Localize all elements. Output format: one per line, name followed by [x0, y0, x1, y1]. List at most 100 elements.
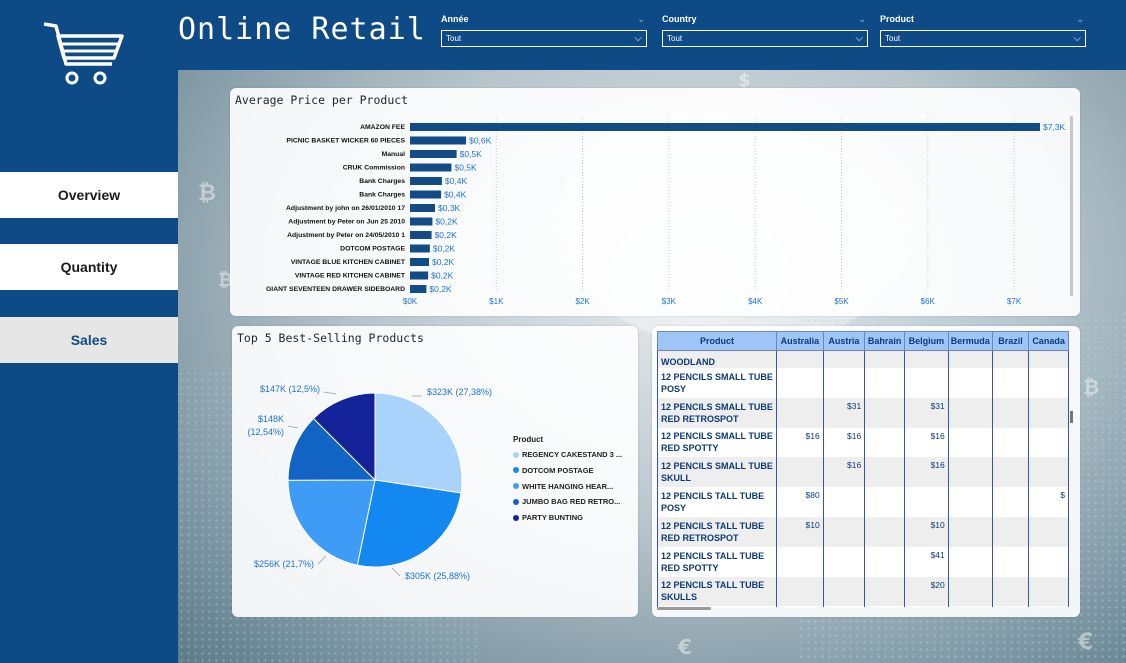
nav-quantity-button[interactable]: Quantity: [0, 244, 178, 290]
product-dropdown[interactable]: Tout ⌵: [880, 30, 1086, 47]
bar: [410, 190, 442, 199]
bar-data-label: $0,4K: [445, 176, 468, 186]
pie-data-label: $256K (21,7%): [254, 559, 314, 569]
pie-slice: [374, 392, 463, 494]
value-cell: [991, 457, 1030, 488]
bar-data-label: $0,2K: [429, 284, 452, 294]
column-header[interactable]: Austria: [822, 331, 866, 351]
value-cell: [947, 546, 993, 577]
year-dropdown-value: Tout: [446, 34, 462, 43]
chevron-down-icon[interactable]: ⌄: [858, 12, 866, 26]
euro-icon: €: [1078, 630, 1094, 655]
product-cell: WOODLAND: [657, 350, 777, 368]
nav-overview-button[interactable]: Overview: [0, 172, 178, 218]
value-cell: [947, 457, 993, 488]
value-cell: [864, 606, 906, 607]
value-cell: $10: [904, 516, 949, 547]
column-header[interactable]: Australia: [775, 331, 824, 351]
value-cell: [904, 487, 949, 517]
page-title: Online Retail: [178, 12, 426, 47]
value-cell: [1028, 457, 1069, 488]
legend-item[interactable]: WHITE HANGING HEAR...: [513, 482, 613, 491]
country-dropdown[interactable]: Tout ⌵: [662, 30, 868, 47]
bitcoin-icon: ₿: [198, 181, 216, 206]
value-cell: [947, 368, 993, 398]
vertical-scrollbar[interactable]: [1070, 411, 1073, 423]
table-row[interactable]: 12 PENCILS SMALL TUBE RED SPOTTY $16 $16 $1…: [657, 427, 1069, 458]
value-cell: [864, 368, 906, 398]
column-header[interactable]: Product: [657, 331, 777, 351]
table-row[interactable]: 12 PENCILS TALL TUBE WOODLAND$31: [657, 606, 1069, 607]
value-cell: [864, 427, 906, 458]
scrollbar: [1070, 116, 1073, 296]
bar-category-label: Bank Charges: [359, 178, 405, 185]
table-row[interactable]: 12 PENCILS SMALL TUBE RED RETROSPOT $31 $3…: [657, 397, 1069, 428]
value-cell: [864, 576, 906, 607]
column-header[interactable]: Canada: [1028, 331, 1069, 351]
column-header[interactable]: Belgium: [904, 331, 949, 351]
pie-data-label: $148K: [258, 414, 284, 424]
column-header[interactable]: Bahrain: [864, 331, 906, 351]
avg-price-bar-chart: $0K $1K $2K $3K $4K $5K $6K $7K AMAZON FEE $7,3K P…: [266, 116, 1073, 306]
value-cell: [775, 457, 824, 488]
country-slicer: Country ⌄ Tout ⌵: [662, 12, 868, 47]
value-cell: [775, 368, 824, 398]
value-cell: [991, 368, 1030, 398]
bar: [410, 204, 436, 212]
column-header[interactable]: Brazil: [991, 331, 1030, 351]
chevron-down-icon[interactable]: ⌄: [637, 12, 645, 26]
year-dropdown[interactable]: Tout ⌵: [441, 30, 647, 47]
product-cell: 12 PENCILS SMALL TUBE RED SPOTTY: [657, 427, 777, 458]
table-row[interactable]: WOODLAND: [657, 350, 1069, 368]
value-cell: [904, 350, 949, 368]
bar-category-label: PICNIC BASKET WICKER 60 PIECES: [286, 138, 405, 145]
table-row[interactable]: 12 PENCILS SMALL TUBE POSY: [657, 368, 1069, 398]
legend-item[interactable]: JUMBO BAG RED RETRO...: [513, 497, 620, 506]
bar: [410, 231, 432, 239]
bar-category-label: Adjustment by john on 26/01/2010 17: [286, 205, 405, 212]
legend-item[interactable]: REGENCY CAKESTAND 3 ...: [513, 450, 622, 459]
nav-sales-button[interactable]: Sales: [0, 317, 178, 363]
column-header[interactable]: Bermuda: [947, 331, 993, 351]
value-cell: $41: [904, 546, 949, 577]
value-cell: [864, 516, 906, 547]
bar-category-label: DOTCOM POSTAGE: [340, 246, 405, 253]
value-cell: [822, 368, 866, 398]
bar-data-label: $0,5K: [460, 149, 483, 159]
table-row[interactable]: 12 PENCILS TALL TUBE SKULLS $20: [657, 576, 1069, 607]
value-cell: [864, 546, 906, 577]
matrix-table[interactable]: Product Australia Austria Bahrain Belgium Ber…: [657, 331, 1069, 607]
chevron-down-icon[interactable]: ⌄: [1076, 12, 1084, 26]
dropdown-arrow-icon: ⌵: [1073, 33, 1081, 44]
legend-dot-icon: [513, 514, 519, 521]
value-cell: [1028, 516, 1069, 547]
value-cell: $16: [904, 457, 949, 488]
product-cell: 12 PENCILS SMALL TUBE SKULL: [657, 457, 777, 488]
table-row[interactable]: 12 PENCILS TALL TUBE RED RETROSPOT $10 $10: [657, 516, 1069, 547]
value-cell: [904, 368, 949, 398]
value-cell: [991, 576, 1030, 607]
value-cell: [864, 397, 906, 428]
value-cell: [947, 576, 993, 607]
table-row[interactable]: 12 PENCILS TALL TUBE RED SPOTTY $41: [657, 546, 1069, 577]
value-cell: [1028, 606, 1069, 607]
table-row[interactable]: 12 PENCILS SMALL TUBE SKULL $16 $16: [657, 457, 1069, 488]
avg-price-panel: Average Price per Product $0K $1K $2K $3K $4…: [230, 88, 1080, 316]
value-cell: [822, 606, 866, 607]
top5-panel: Top 5 Best-Selling Products $323K (27,38…: [232, 326, 638, 617]
table-row[interactable]: 12 PENCILS TALL TUBE POSY $80 $: [657, 487, 1069, 517]
legend-item[interactable]: PARTY BUNTING: [513, 513, 583, 522]
value-cell: [1028, 576, 1069, 607]
legend-label: PARTY BUNTING: [522, 513, 583, 523]
bar-data-label: $0,2K: [435, 230, 458, 240]
bar-data-label: $0,2K: [435, 217, 458, 227]
horizontal-scrollbar[interactable]: [657, 607, 711, 610]
bar-data-label: $7,3K: [1043, 122, 1066, 132]
product-dropdown-value: Tout: [885, 34, 901, 43]
legend-item[interactable]: DOTCOM POSTAGE: [513, 466, 594, 475]
x-tick-label: $7K: [1007, 297, 1022, 306]
pie-data-label: $323K (27,38%): [427, 387, 492, 397]
value-cell: [775, 546, 824, 577]
value-cell: [991, 606, 1030, 607]
value-cell: $16: [904, 427, 949, 458]
